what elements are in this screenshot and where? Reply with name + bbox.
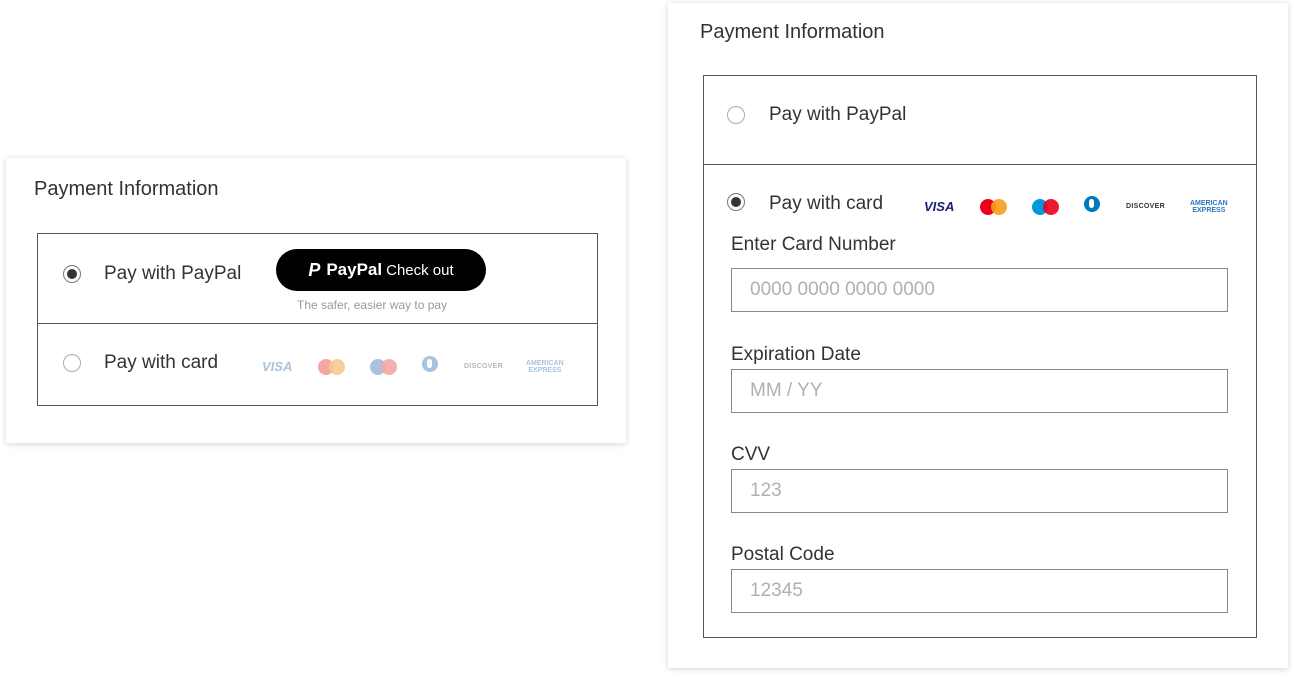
amex-line1: AMERICAN (1190, 199, 1228, 207)
card-option-label: Pay with card (104, 352, 219, 373)
maestro-logo-icon (1032, 198, 1084, 215)
paypal-radio[interactable] (63, 265, 81, 283)
card-logos: VISA DISCOVER AMERICAN EXPRESS (924, 196, 1228, 217)
paypal-radio[interactable] (727, 106, 745, 124)
card-option-row[interactable]: Pay with card VISA DISCOVER AMERICAN EXPR… (38, 324, 597, 405)
paypal-option-row[interactable]: Pay with PayPal P PayPal Check out The s… (38, 234, 597, 323)
paypal-brand: PayPal (326, 260, 383, 279)
postal-code-input[interactable] (731, 569, 1228, 613)
discover-logo-icon: DISCOVER (464, 363, 503, 370)
amex-line1: AMERICAN (526, 359, 564, 367)
paypal-tagline: The safer, easier way to pay (297, 298, 448, 312)
discover-logo-icon: DISCOVER (1126, 203, 1165, 210)
card-option-label[interactable]: Pay with card (769, 193, 883, 215)
paypal-option-label: Pay with PayPal (769, 104, 907, 125)
card-radio[interactable] (727, 193, 745, 211)
visa-logo-icon: VISA (262, 359, 293, 374)
cvv-label: CVV (731, 444, 771, 465)
cvv-input[interactable] (731, 469, 1228, 513)
paypal-option-label: Pay with PayPal (104, 263, 242, 284)
payment-panel-card: Payment Information Pay with PayPal Pay … (668, 3, 1288, 668)
diners-logo-icon (422, 356, 438, 372)
card-logos-muted: VISA DISCOVER AMERICAN EXPRESS (262, 356, 564, 377)
card-number-input[interactable] (731, 268, 1228, 312)
mastercard-logo-icon (980, 198, 1032, 215)
payment-options-box: Pay with PayPal Pay with card VISA DISCO… (703, 75, 1257, 638)
paypal-checkout-button[interactable]: P PayPal Check out (276, 249, 486, 291)
visa-logo-icon: VISA (924, 199, 955, 214)
amex-line2: EXPRESS (528, 366, 562, 374)
amex-line2: EXPRESS (1192, 206, 1226, 214)
payment-panel-paypal: Payment Information Pay with PayPal P Pa… (6, 158, 626, 443)
paypal-checkout-label: Check out (386, 261, 454, 279)
expiration-input[interactable] (731, 369, 1228, 413)
panel-title: Payment Information (34, 178, 219, 200)
payment-options-box: Pay with PayPal P PayPal Check out The s… (37, 233, 598, 406)
postal-code-label: Postal Code (731, 544, 835, 565)
maestro-logo-icon (370, 358, 422, 375)
panel-title: Payment Information (700, 21, 885, 43)
card-radio[interactable] (63, 354, 81, 372)
expiration-label: Expiration Date (731, 344, 861, 365)
amex-logo-icon: AMERICAN EXPRESS (1190, 200, 1228, 214)
paypal-option-row[interactable]: Pay with PayPal (704, 76, 1256, 164)
mastercard-logo-icon (318, 358, 370, 375)
card-number-label: Enter Card Number (731, 234, 896, 255)
amex-logo-icon: AMERICAN EXPRESS (526, 360, 564, 374)
card-option-section: Pay with card VISA DISCOVER AMERICAN EXPR… (704, 165, 1256, 637)
diners-logo-icon (1084, 196, 1100, 212)
diners-logo-wrap (1084, 196, 1126, 217)
diners-logo-wrap (422, 356, 464, 377)
paypal-icon: P (308, 259, 321, 280)
